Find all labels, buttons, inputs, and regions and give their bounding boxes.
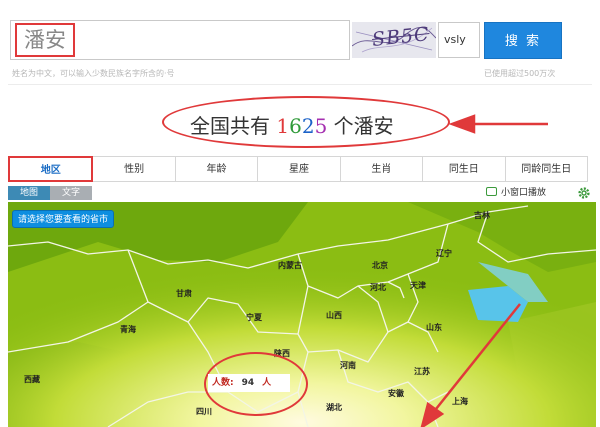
tab-same-birthday[interactable]: 同生日 <box>423 156 506 182</box>
province-label[interactable]: 青海 <box>120 324 136 335</box>
name-search-value: 潘安 <box>15 23 75 57</box>
province-label[interactable]: 上海 <box>452 396 468 407</box>
province-label[interactable]: 甘肃 <box>176 288 192 299</box>
province-label[interactable]: 吉林 <box>474 210 490 221</box>
province-label[interactable]: 辽宁 <box>436 248 452 259</box>
province-label[interactable]: 湖北 <box>326 402 342 413</box>
province-label[interactable]: 山西 <box>326 310 342 321</box>
usage-count-hint: 已使用超过500万次 <box>484 69 556 78</box>
stats-tabs: 地区 性别 年龄 星座 生肖 同生日 同龄同生日 <box>8 156 588 182</box>
popup-count: 94 <box>241 378 255 388</box>
popout-button[interactable]: 小窗口播放 <box>486 185 546 201</box>
select-province-prompt[interactable]: 请选择您要查看的省市 <box>12 210 115 228</box>
divider <box>8 84 592 85</box>
headline-prefix: 全国共有 <box>190 114 277 138</box>
tab-same-age-birthday[interactable]: 同龄同生日 <box>505 156 588 182</box>
china-map[interactable]: 吉林 辽宁 内蒙古 北京 河北 天津 甘肃 宁夏 山西 青海 山东 陕西 河南 … <box>8 202 596 427</box>
province-label[interactable]: 北京 <box>372 260 388 271</box>
headline-suffix: 个潘安 <box>327 114 394 138</box>
popup-unit: 人 <box>262 378 272 388</box>
popup-label: 人数: <box>212 378 234 388</box>
gear-icon[interactable] <box>577 185 591 199</box>
province-label[interactable]: 宁夏 <box>246 312 262 323</box>
headline-digit: 5 <box>314 114 328 138</box>
text-view-button[interactable]: 文字 <box>50 186 93 200</box>
province-label[interactable]: 西藏 <box>24 374 40 385</box>
map-view-toggle: 地图 文字 <box>8 186 93 200</box>
headline-count: 全国共有 1625 个潘安 <box>190 110 394 139</box>
province-label[interactable]: 江苏 <box>414 366 430 377</box>
tab-region[interactable]: 地区 <box>8 156 94 182</box>
tab-gender[interactable]: 性别 <box>93 156 176 182</box>
province-label[interactable]: 天津 <box>410 280 426 291</box>
popout-label: 小窗口播放 <box>501 188 547 198</box>
province-label[interactable]: 内蒙古 <box>278 260 302 271</box>
tv-icon <box>486 187 497 196</box>
count-popup: 人数: 94 人 <box>208 374 290 392</box>
province-label[interactable]: 山东 <box>426 322 442 333</box>
captcha-input[interactable]: vsly <box>438 22 480 58</box>
map-view-button[interactable]: 地图 <box>8 186 51 200</box>
province-label[interactable]: 安徽 <box>388 388 404 399</box>
name-input-hint: 姓名为中文，可以输入少数民族名字所含的·号 <box>12 69 175 78</box>
headline-arrow-head <box>448 114 476 134</box>
search-button[interactable]: 搜 索 <box>484 22 562 59</box>
name-search-input[interactable]: 潘安 <box>10 20 350 60</box>
captcha-image: SB5C <box>352 22 436 58</box>
tab-zodiac[interactable]: 星座 <box>258 156 341 182</box>
headline-digit: 6 <box>289 114 302 138</box>
province-label[interactable]: 河北 <box>370 282 386 293</box>
province-label[interactable]: 河南 <box>340 360 356 371</box>
headline-digit: 1 <box>276 114 290 138</box>
tab-age[interactable]: 年龄 <box>175 156 259 182</box>
province-label[interactable]: 四川 <box>196 406 212 417</box>
tab-chinese-zodiac[interactable]: 生肖 <box>340 156 424 182</box>
headline-digit: 2 <box>301 114 315 138</box>
